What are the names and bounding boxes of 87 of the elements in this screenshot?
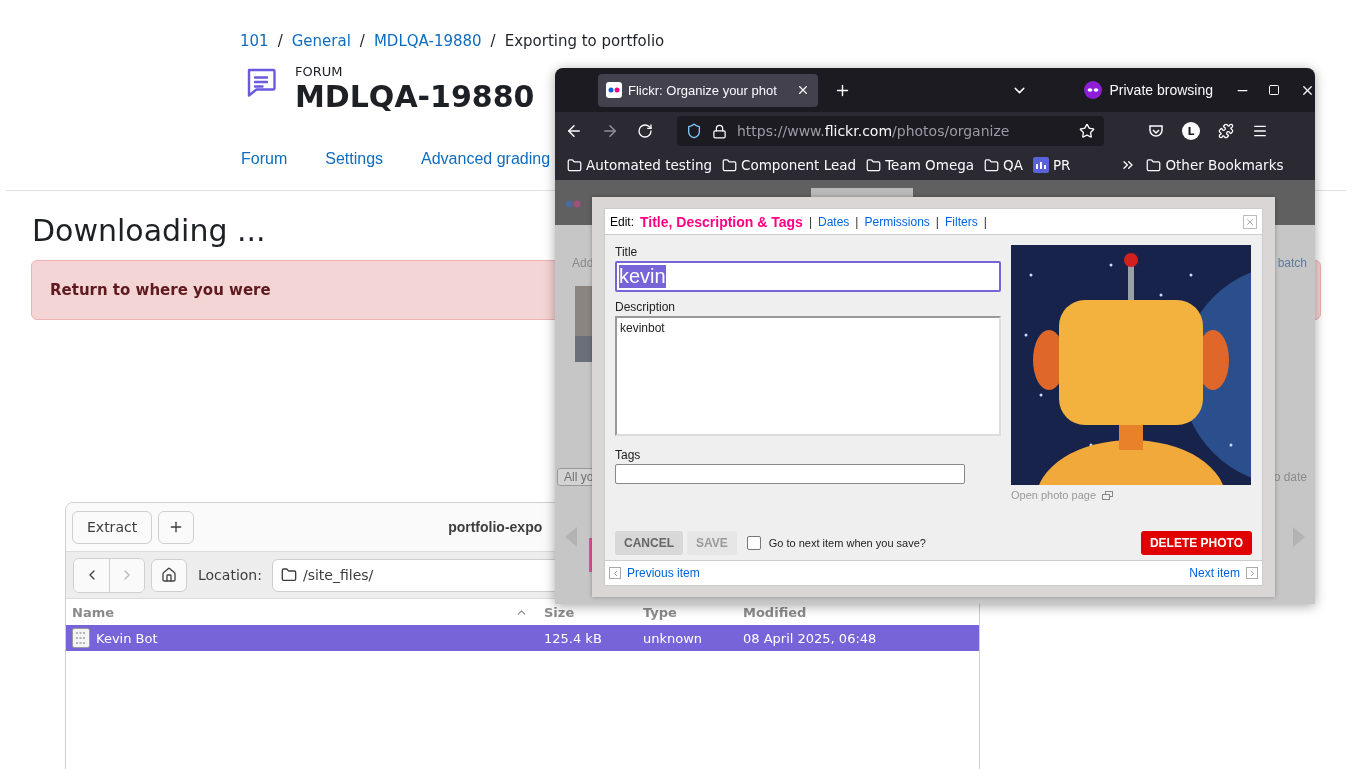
tags-label: Tags [615, 448, 642, 462]
next-item-link[interactable]: Next item [1189, 566, 1258, 580]
folder-icon [722, 157, 738, 173]
breadcrumb-link[interactable]: 101 [240, 32, 269, 50]
folder-icon [280, 567, 297, 583]
menu-icon[interactable] [1252, 123, 1268, 139]
folder-icon [1146, 157, 1162, 173]
breadcrumb-separator: / [277, 32, 283, 50]
column-header[interactable]: Type [637, 604, 737, 620]
bookmark[interactable]: PR [1032, 157, 1071, 173]
column-header[interactable]: Name [66, 604, 538, 620]
breadcrumb-link[interactable]: General [291, 32, 351, 50]
tags-field[interactable] [615, 464, 965, 484]
external-window-icon [1102, 490, 1114, 500]
file-type: unknown [642, 630, 704, 646]
page-heading: Downloading ... [32, 213, 266, 248]
tab-title: Flickr: Organize your phot [628, 82, 778, 98]
nav-link[interactable]: Settings [325, 150, 384, 168]
private-browsing-icon [1083, 81, 1102, 99]
folder-icon [984, 157, 1000, 173]
nav-link[interactable]: Forum [241, 150, 288, 168]
breadcrumb-separator: / [359, 32, 365, 50]
pocket-icon[interactable] [1148, 123, 1164, 139]
bookmark[interactable]: Other Bookmarks [1146, 157, 1284, 173]
star-icon[interactable] [1079, 123, 1095, 139]
close-icon [1245, 216, 1255, 227]
tab-separator: | [808, 214, 812, 229]
logo-icon [565, 200, 581, 208]
description-field[interactable]: kevinbot [615, 316, 1001, 436]
bookmark[interactable]: Component Lead [722, 157, 857, 173]
previous-item-link[interactable]: Previous item [609, 566, 700, 580]
add-button[interactable] [158, 510, 195, 544]
chevron-right-icon [1246, 567, 1258, 579]
shield-icon[interactable] [686, 123, 702, 139]
private-browsing-label: Private browsing [1109, 82, 1213, 98]
dialog-tab[interactable]: Permissions [864, 214, 930, 229]
forward-icon[interactable] [601, 122, 619, 140]
site-icon [1032, 157, 1049, 173]
extract-button[interactable]: Extract [72, 510, 153, 544]
breadcrumb-separator: / [490, 32, 496, 50]
site-icon [606, 82, 622, 98]
checkbox-label: Go to next item when you save? [768, 537, 926, 549]
reload-icon[interactable] [637, 123, 653, 139]
maximize-icon[interactable] [1268, 84, 1280, 96]
chevron-left-icon [609, 567, 621, 579]
bookmark[interactable]: QA [984, 157, 1023, 173]
dialog-tab[interactable]: Dates [818, 214, 850, 229]
column-header[interactable]: Modified [737, 604, 979, 620]
forum-title: MDLQA-19880 [295, 79, 535, 114]
breadcrumb-text: Exporting to portfolio [504, 32, 665, 50]
url-field[interactable]: https://www.flickr.com/photos/organize [677, 116, 1104, 146]
extensions-icon[interactable] [1218, 123, 1234, 139]
tab-separator: | [855, 214, 859, 229]
file-modified: 08 April 2025, 06:48 [742, 630, 878, 646]
home-icon [161, 567, 177, 583]
browser-tab[interactable]: Flickr: Organize your phot [598, 73, 818, 107]
window-title: portfolio-expo [448, 519, 543, 535]
alert-text[interactable]: Return to where you were [50, 281, 271, 299]
tab-separator: | [983, 214, 987, 229]
forum-label: FORUM [295, 64, 344, 79]
location-label: Location: [198, 567, 262, 583]
dialog-tab[interactable]: Filters [944, 214, 978, 229]
file-row[interactable]: Kevin Bot 125.4 kB unknown 08 April 2025, 06:48 [66, 625, 979, 651]
tab-separator: | [935, 214, 939, 229]
dialog-tab[interactable]: Title, Description & Tags [640, 213, 803, 230]
checkbox[interactable] [746, 536, 761, 550]
title-field[interactable]: kevin [615, 261, 1001, 292]
account-avatar[interactable]: L [1182, 122, 1200, 140]
folder-icon [866, 157, 882, 173]
home-button[interactable] [151, 558, 187, 592]
bookmark[interactable]: Automated testing [567, 157, 713, 173]
delete-photo-button[interactable]: DELETE PHOTO [1140, 531, 1252, 555]
title-value: kevin [619, 265, 666, 288]
title-label: Title [615, 245, 639, 259]
breadcrumb-link[interactable]: MDLQA-19880 [373, 32, 482, 50]
lock-icon[interactable] [712, 123, 727, 139]
cancel-button[interactable]: CANCEL [615, 531, 683, 555]
folder-icon [567, 157, 582, 173]
file-size: 125.4 kB [543, 630, 603, 646]
file-name: Kevin Bot [66, 628, 538, 648]
back-icon[interactable] [565, 122, 583, 140]
column-header[interactable]: Size [538, 604, 637, 620]
edit-label: Edit: [610, 214, 634, 229]
nav-link[interactable]: Advanced grading [421, 150, 551, 168]
bookmark[interactable]: Team Omega [866, 157, 975, 173]
description-label: Description [615, 300, 677, 314]
binary-file-icon [72, 628, 90, 648]
